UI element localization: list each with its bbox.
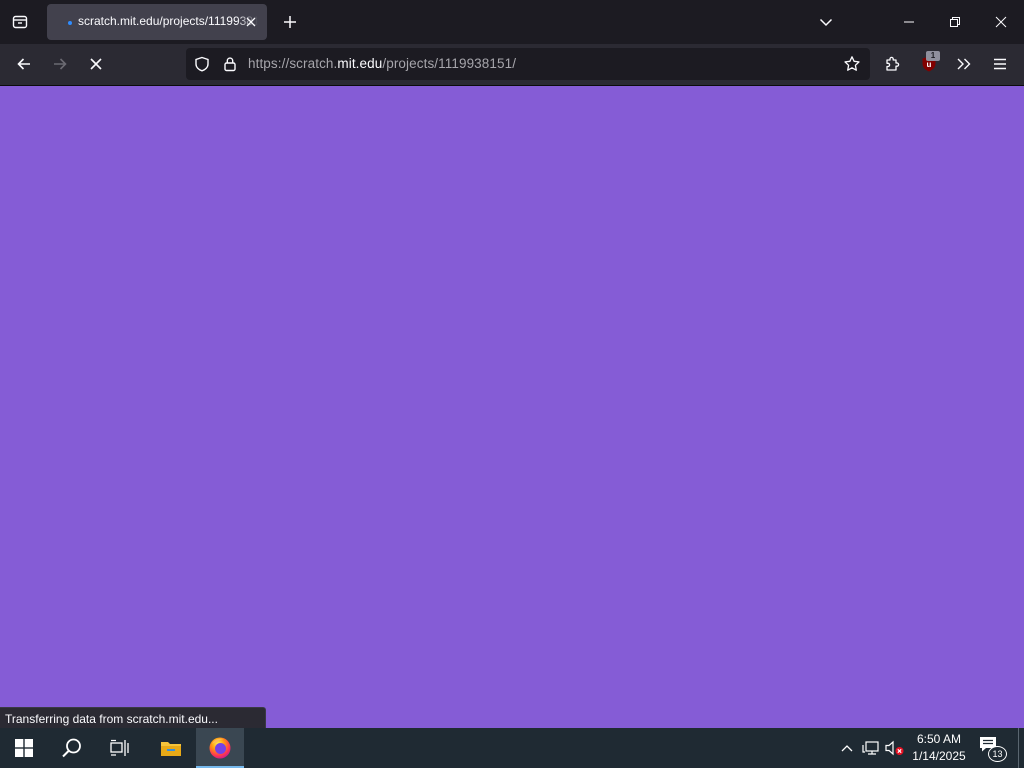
more-tools-button[interactable]	[949, 49, 979, 79]
chevron-up-icon	[841, 745, 853, 752]
network-button[interactable]	[861, 738, 881, 758]
url-prefix: https://scratch.	[248, 56, 338, 71]
url-bar[interactable]: https://scratch.mit.edu/projects/1119938…	[186, 48, 870, 80]
firefox-view-icon	[12, 14, 28, 30]
firefox-view-button[interactable]	[4, 6, 36, 38]
back-button[interactable]	[9, 49, 39, 79]
forward-button[interactable]	[45, 49, 75, 79]
lock-icon[interactable]	[220, 54, 240, 74]
svg-text:u: u	[927, 60, 932, 69]
close-icon	[995, 16, 1007, 28]
tab-close-button[interactable]	[241, 12, 261, 32]
firefox-icon	[209, 737, 231, 759]
navigation-toolbar: https://scratch.mit.edu/projects/1119938…	[0, 44, 1024, 86]
url-path: /projects/1119938151/	[382, 56, 517, 71]
show-hidden-icons-button[interactable]	[837, 738, 857, 758]
action-center-button[interactable]: 13	[979, 736, 1007, 762]
chevron-down-icon	[819, 18, 833, 27]
show-desktop-button[interactable]	[1018, 728, 1019, 768]
arrow-right-icon	[54, 58, 67, 70]
volume-button[interactable]	[885, 738, 905, 758]
minimize-button[interactable]	[886, 0, 932, 44]
status-panel: Transferring data from scratch.mit.edu..…	[0, 707, 266, 728]
clock-time: 6:50 AM	[916, 732, 962, 746]
task-view-button[interactable]	[96, 728, 144, 768]
tab-strip: scratch.mit.edu/projects/1119938151/	[0, 0, 1024, 44]
network-icon	[862, 741, 879, 755]
folder-icon	[161, 742, 181, 756]
search-button[interactable]	[48, 728, 96, 768]
double-chevron-right-icon	[957, 58, 971, 70]
clock[interactable]: 6:50 AM 1/14/2025	[906, 731, 972, 765]
close-icon	[246, 17, 256, 27]
hamburger-menu-icon	[994, 58, 1006, 70]
puzzle-icon	[886, 56, 900, 71]
clock-date: 1/14/2025	[912, 749, 966, 763]
url-host: mit.edu	[337, 56, 383, 71]
restore-button[interactable]	[932, 0, 978, 44]
close-window-button[interactable]	[978, 0, 1024, 44]
app-menu-button[interactable]	[985, 49, 1015, 79]
file-explorer-button[interactable]	[147, 728, 195, 768]
taskbar: 6:50 AM 1/14/2025 13	[0, 728, 1024, 768]
restore-icon	[950, 17, 960, 27]
minimize-icon	[904, 21, 914, 23]
stop-loading-button[interactable]	[81, 49, 111, 79]
tab-scratch[interactable]: scratch.mit.edu/projects/1119938151/	[47, 4, 267, 40]
start-button[interactable]	[0, 728, 48, 768]
tracking-protection-shield-icon[interactable]	[192, 54, 212, 74]
url-text[interactable]: https://scratch.mit.edu/projects/1119938…	[248, 56, 516, 71]
extension-badge: 1	[926, 51, 940, 61]
browser-window: scratch.mit.edu/projects/1119938151/ htt…	[0, 0, 1024, 728]
status-text: Transferring data from scratch.mit.edu..…	[5, 712, 218, 726]
tab-title: scratch.mit.edu/projects/1119938151/	[78, 14, 258, 28]
bookmark-star-icon[interactable]	[842, 54, 862, 74]
list-all-tabs-button[interactable]	[811, 7, 841, 37]
task-view-icon	[110, 739, 129, 756]
new-tab-button[interactable]	[275, 7, 305, 37]
plus-icon	[284, 16, 296, 28]
notification-count-badge: 13	[988, 746, 1007, 762]
page-content	[0, 86, 1024, 728]
stop-icon	[90, 58, 102, 70]
arrow-left-icon	[17, 58, 30, 70]
search-icon	[62, 738, 81, 758]
loading-dot-icon	[68, 21, 72, 25]
firefox-taskbar-button[interactable]	[196, 728, 244, 768]
volume-muted-icon	[885, 740, 904, 756]
windows-logo-icon	[15, 739, 33, 757]
extensions-button[interactable]	[878, 49, 908, 79]
